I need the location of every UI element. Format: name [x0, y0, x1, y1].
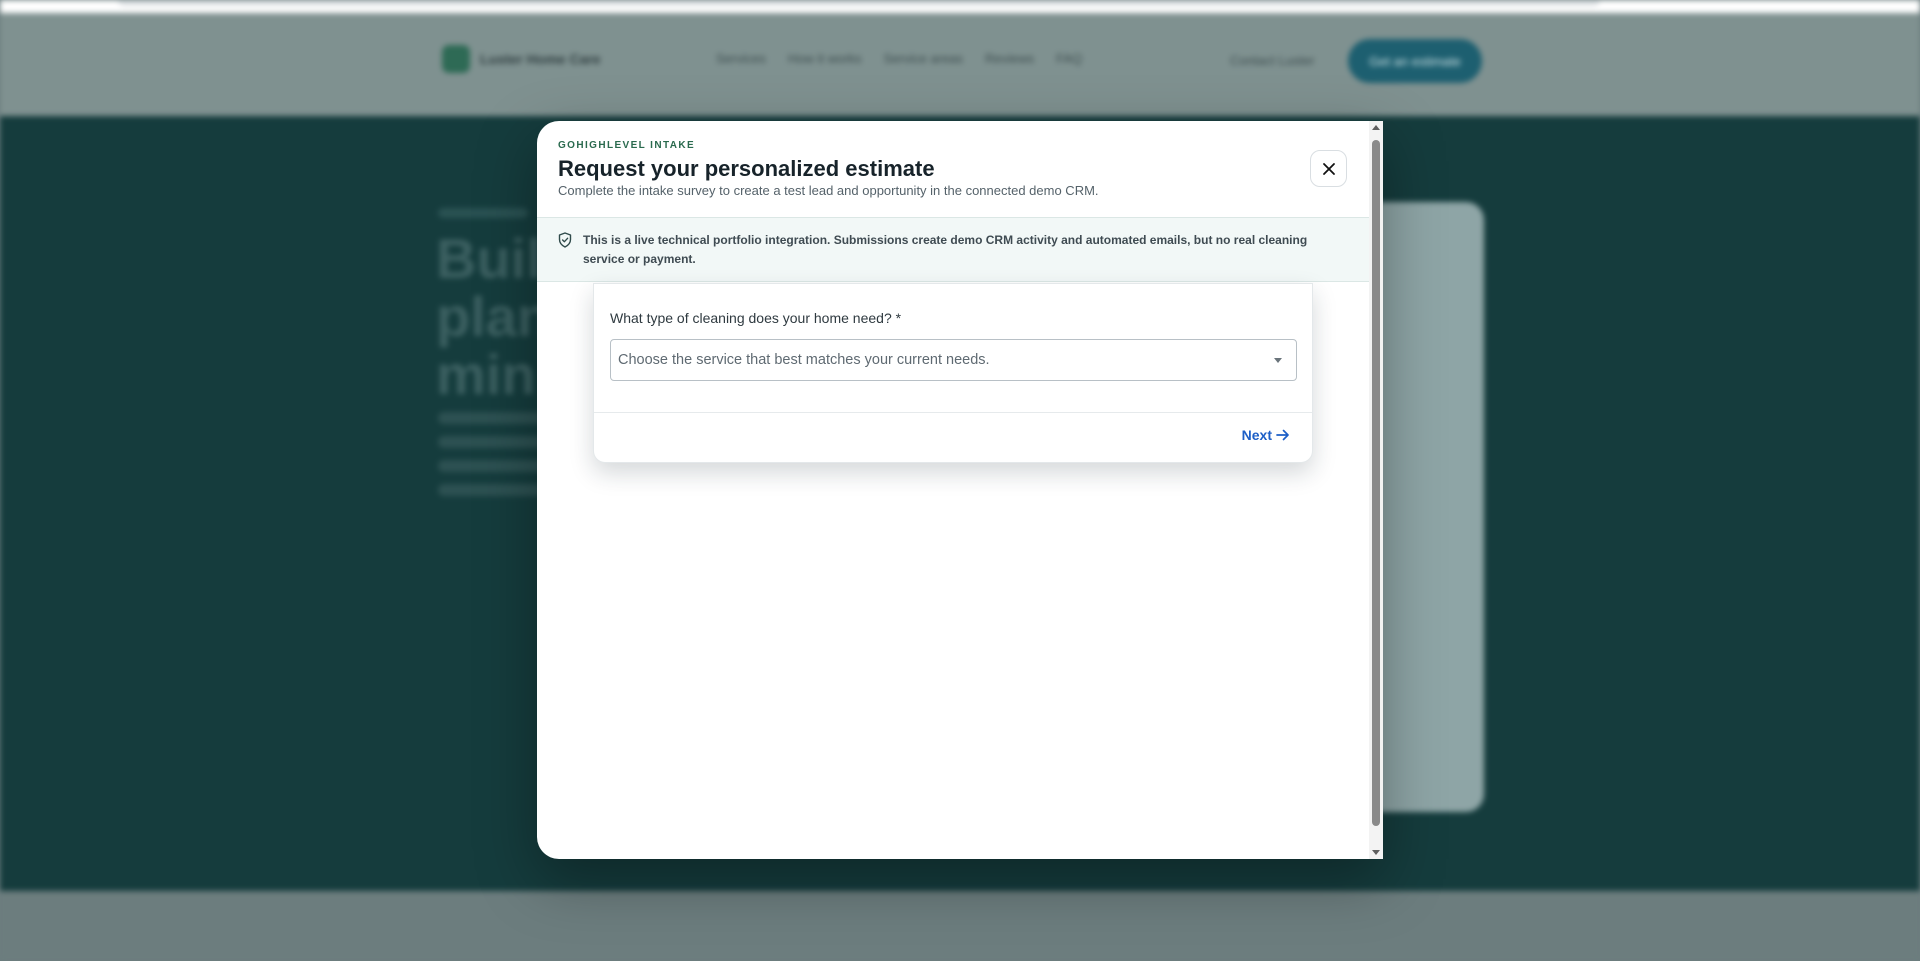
- hero-title-line: Buil: [436, 227, 542, 290]
- scroll-down-arrow-icon[interactable]: [1372, 850, 1380, 855]
- footer-band: [0, 891, 1920, 961]
- disclaimer-text: This is a live technical portfolio integ…: [583, 233, 1308, 266]
- chevron-down-icon: [1274, 358, 1282, 363]
- site-header: Luster Home Care Services How it works S…: [0, 13, 1920, 116]
- modal-scrollbar[interactable]: [1369, 121, 1383, 859]
- close-icon: [1322, 162, 1335, 175]
- hero-title-line: min: [436, 343, 536, 406]
- arrow-right-icon: [1276, 429, 1289, 441]
- modal-eyebrow: GOHIGHLEVEL INTAKE: [558, 140, 696, 151]
- disclaimer-notice: This is a live technical portfolio integ…: [537, 217, 1369, 282]
- shield-check-icon: [558, 232, 572, 248]
- nav-item-how-it-works[interactable]: How it works: [788, 51, 862, 66]
- modal-subtitle: Complete the intake survey to create a t…: [558, 183, 1099, 198]
- estimate-modal: GOHIGHLEVEL INTAKE Request your personal…: [537, 121, 1383, 859]
- scroll-up-arrow-icon[interactable]: [1372, 125, 1380, 130]
- browser-strip: [0, 0, 1920, 13]
- hero-eyebrow: [438, 208, 528, 218]
- intake-form-card: What type of cleaning does your home nee…: [593, 283, 1313, 463]
- hero-title-line: plan: [436, 285, 552, 348]
- nav-item-services[interactable]: Services: [716, 51, 766, 66]
- modal-title: Request your personalized estimate: [558, 156, 935, 181]
- cleaning-type-select[interactable]: Choose the service that best matches you…: [610, 339, 1297, 381]
- hero-title: Buil plan min: [436, 230, 551, 404]
- brand-name: Luster Home Care: [480, 51, 601, 67]
- select-placeholder: Choose the service that best matches you…: [618, 352, 990, 368]
- nav-item-service-areas[interactable]: Service areas: [884, 51, 963, 66]
- header-cta-button[interactable]: Get an estimate: [1348, 39, 1482, 83]
- scrollbar-thumb[interactable]: [1372, 140, 1380, 826]
- next-button[interactable]: Next: [1242, 427, 1290, 443]
- divider: [594, 412, 1312, 413]
- contact-link[interactable]: Contact Luster: [1230, 53, 1315, 68]
- site-nav: Services How it works Service areas Revi…: [716, 51, 1082, 66]
- nav-item-faq[interactable]: FAQ: [1056, 51, 1082, 66]
- nav-item-reviews[interactable]: Reviews: [985, 51, 1034, 66]
- logo-mark-icon: [442, 45, 470, 73]
- next-label: Next: [1241, 427, 1272, 443]
- question-label: What type of cleaning does your home nee…: [610, 310, 902, 326]
- address-bar: [118, 0, 1600, 6]
- close-button[interactable]: [1310, 150, 1347, 187]
- site-logo[interactable]: Luster Home Care: [442, 45, 601, 73]
